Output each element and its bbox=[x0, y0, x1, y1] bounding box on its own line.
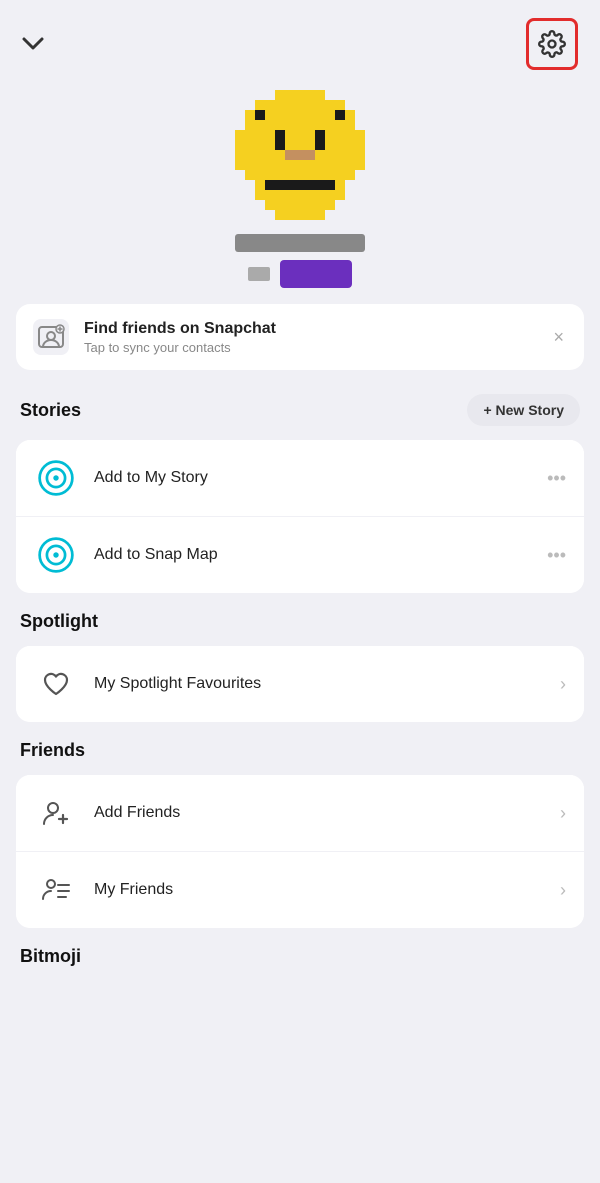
find-friends-close-button[interactable]: × bbox=[549, 323, 568, 352]
spotlight-section-header: Spotlight bbox=[0, 605, 600, 642]
heart-icon bbox=[34, 662, 78, 706]
chevron-down-icon[interactable] bbox=[22, 31, 44, 57]
snap-map-label: Add to Snap Map bbox=[94, 546, 531, 564]
top-bar bbox=[0, 0, 600, 80]
spotlight-favourites-item[interactable]: My Spotlight Favourites › bbox=[16, 646, 584, 722]
add-friends-item[interactable]: Add Friends › bbox=[16, 775, 584, 851]
find-friends-icon bbox=[32, 318, 70, 356]
bitmoji-section: Bitmoji bbox=[0, 940, 600, 971]
friends-section-title: Friends bbox=[20, 740, 85, 761]
new-story-label: + New Story bbox=[483, 402, 564, 418]
settings-button[interactable] bbox=[526, 18, 578, 70]
avatar-section bbox=[0, 90, 600, 288]
my-friends-item[interactable]: My Friends › bbox=[16, 851, 584, 928]
find-friends-text: Find friends on Snapchat Tap to sync you… bbox=[84, 320, 535, 355]
username-sub-purple bbox=[280, 260, 352, 288]
add-to-snap-map-item[interactable]: Add to Snap Map ••• bbox=[16, 516, 584, 593]
username-sub-small bbox=[248, 267, 270, 281]
add-friends-icon bbox=[34, 791, 78, 835]
find-friends-title: Find friends on Snapchat bbox=[84, 320, 535, 338]
gear-icon bbox=[538, 30, 566, 58]
my-story-icon bbox=[34, 456, 78, 500]
snap-map-action[interactable]: ••• bbox=[547, 545, 566, 566]
my-friends-icon bbox=[34, 868, 78, 912]
my-story-action[interactable]: ••• bbox=[547, 468, 566, 489]
username-area bbox=[235, 234, 365, 288]
bitmoji-section-title: Bitmoji bbox=[20, 946, 81, 966]
spotlight-favourites-label: My Spotlight Favourites bbox=[94, 675, 544, 693]
stories-section-title: Stories bbox=[20, 400, 81, 421]
stories-section-header: Stories + New Story bbox=[0, 388, 600, 436]
username-sub-row bbox=[248, 260, 352, 288]
my-friends-label: My Friends bbox=[94, 881, 544, 899]
my-friends-action[interactable]: › bbox=[560, 880, 566, 901]
new-story-button[interactable]: + New Story bbox=[467, 394, 580, 426]
avatar[interactable] bbox=[235, 90, 365, 220]
username-bar bbox=[235, 234, 365, 252]
snap-map-icon bbox=[34, 533, 78, 577]
add-to-my-story-item[interactable]: Add to My Story ••• bbox=[16, 440, 584, 516]
friends-card-list: Add Friends › My Friends › bbox=[16, 775, 584, 928]
spotlight-card-list: My Spotlight Favourites › bbox=[16, 646, 584, 722]
avatar-canvas bbox=[235, 90, 365, 220]
stories-card-list: Add to My Story ••• Add to Snap Map ••• bbox=[16, 440, 584, 593]
find-friends-subtitle: Tap to sync your contacts bbox=[84, 340, 535, 355]
friends-section-header: Friends bbox=[0, 734, 600, 771]
add-friends-action[interactable]: › bbox=[560, 803, 566, 824]
add-friends-label: Add Friends bbox=[94, 804, 544, 822]
find-friends-banner[interactable]: Find friends on Snapchat Tap to sync you… bbox=[16, 304, 584, 370]
my-story-label: Add to My Story bbox=[94, 469, 531, 487]
spotlight-favourites-action[interactable]: › bbox=[560, 674, 566, 695]
spotlight-section-title: Spotlight bbox=[20, 611, 98, 632]
